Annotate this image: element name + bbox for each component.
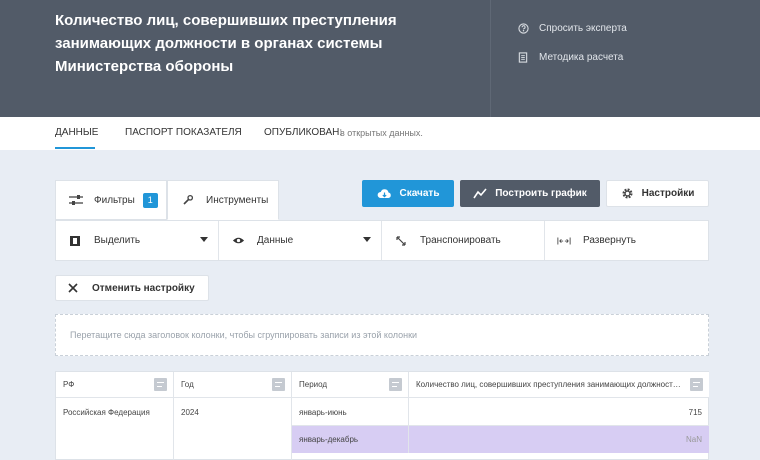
transpose-label: Транспонировать bbox=[420, 235, 501, 246]
expand-label: Развернуть bbox=[583, 235, 637, 246]
methodology-link[interactable]: Методика расчета bbox=[517, 51, 623, 63]
chevron-down-icon bbox=[200, 237, 208, 242]
sliders-icon bbox=[68, 194, 84, 206]
table-cell-region[interactable]: Российская Федерация bbox=[56, 398, 174, 460]
tool-tabs: Фильтры 1 Инструменты bbox=[55, 180, 279, 220]
tabs-bar: ДАННЫЕ ПАСПОРТ ПОКАЗАТЕЛЯ ОПУБЛИКОВАН: в… bbox=[0, 117, 760, 150]
settings-button[interactable]: Настройки bbox=[606, 180, 709, 207]
published-label: ОПУБЛИКОВАН: bbox=[264, 127, 343, 138]
table-cell-period-selected[interactable]: январь-декабрь bbox=[292, 426, 409, 453]
published-value: в открытых данных. bbox=[340, 128, 423, 138]
tab-tools[interactable]: Инструменты bbox=[167, 180, 279, 220]
table-cell-value[interactable]: 715 bbox=[409, 398, 709, 426]
column-header-period[interactable]: Период bbox=[292, 372, 409, 398]
filter-icon[interactable] bbox=[690, 378, 703, 391]
column-header-value[interactable]: Количество лиц, совершивших преступления… bbox=[409, 372, 709, 398]
page-header: Количество лиц, совершивших преступления… bbox=[0, 0, 760, 117]
build-chart-label: Построить график bbox=[495, 188, 587, 199]
tools-label: Инструменты bbox=[206, 194, 269, 206]
group-drop-zone[interactable]: Перетащите сюда заголовок колонки, чтобы… bbox=[55, 314, 709, 356]
line-chart-icon bbox=[473, 188, 487, 199]
settings-label: Настройки bbox=[641, 188, 695, 199]
filter-icon[interactable] bbox=[272, 378, 285, 391]
tools-row: Выделить Данные Транспонировать Разверну… bbox=[55, 220, 709, 261]
document-icon bbox=[517, 51, 529, 63]
download-button[interactable]: Скачать bbox=[362, 180, 454, 207]
build-chart-button[interactable]: Построить график bbox=[460, 180, 600, 207]
question-circle-icon bbox=[517, 22, 529, 34]
wrench-icon bbox=[180, 194, 196, 206]
table-cell-year[interactable]: 2024 bbox=[174, 398, 292, 460]
page-title: Количество лиц, совершивших преступления… bbox=[55, 12, 397, 75]
ask-expert-link[interactable]: Спросить эксперта bbox=[517, 22, 627, 34]
download-label: Скачать bbox=[399, 188, 440, 199]
tab-passport[interactable]: ПАСПОРТ ПОКАЗАТЕЛЯ bbox=[125, 127, 242, 138]
close-icon bbox=[68, 283, 78, 293]
select-dropdown[interactable]: Выделить bbox=[56, 221, 219, 260]
transpose-icon bbox=[394, 235, 408, 247]
column-header-region[interactable]: РФ bbox=[56, 372, 174, 398]
expand-horizontal-icon bbox=[557, 236, 571, 246]
group-hint: Перетащите сюда заголовок колонки, чтобы… bbox=[70, 330, 418, 340]
eye-icon bbox=[231, 236, 245, 245]
gear-icon bbox=[621, 187, 634, 200]
filters-count-badge: 1 bbox=[142, 192, 158, 208]
filters-label: Фильтры bbox=[94, 194, 135, 206]
table-cell-period[interactable]: январь-июнь bbox=[292, 398, 409, 426]
data-label: Данные bbox=[257, 235, 294, 246]
filter-icon[interactable] bbox=[389, 378, 402, 391]
data-grid: РФ Год Период Количество лиц, совершивши… bbox=[55, 371, 709, 460]
cloud-download-icon bbox=[377, 188, 392, 199]
ask-expert-label: Спросить эксперта bbox=[539, 22, 627, 34]
reset-label: Отменить настройку bbox=[92, 282, 195, 294]
column-header-year[interactable]: Год bbox=[174, 372, 292, 398]
filter-icon[interactable] bbox=[154, 378, 167, 391]
table-cell-value-selected[interactable]: NaN bbox=[409, 426, 709, 453]
methodology-label: Методика расчета bbox=[539, 51, 624, 63]
reset-settings-button[interactable]: Отменить настройку bbox=[55, 275, 209, 301]
film-icon bbox=[68, 235, 82, 247]
expand-button[interactable]: Развернуть bbox=[545, 221, 708, 260]
chevron-down-icon bbox=[363, 237, 371, 242]
header-divider bbox=[490, 0, 491, 117]
tab-data[interactable]: ДАННЫЕ bbox=[55, 127, 98, 138]
transpose-button[interactable]: Транспонировать bbox=[382, 221, 545, 260]
data-dropdown[interactable]: Данные bbox=[219, 221, 382, 260]
tab-filters[interactable]: Фильтры 1 bbox=[55, 180, 167, 220]
active-tab-indicator bbox=[55, 147, 95, 149]
select-label: Выделить bbox=[94, 235, 141, 246]
